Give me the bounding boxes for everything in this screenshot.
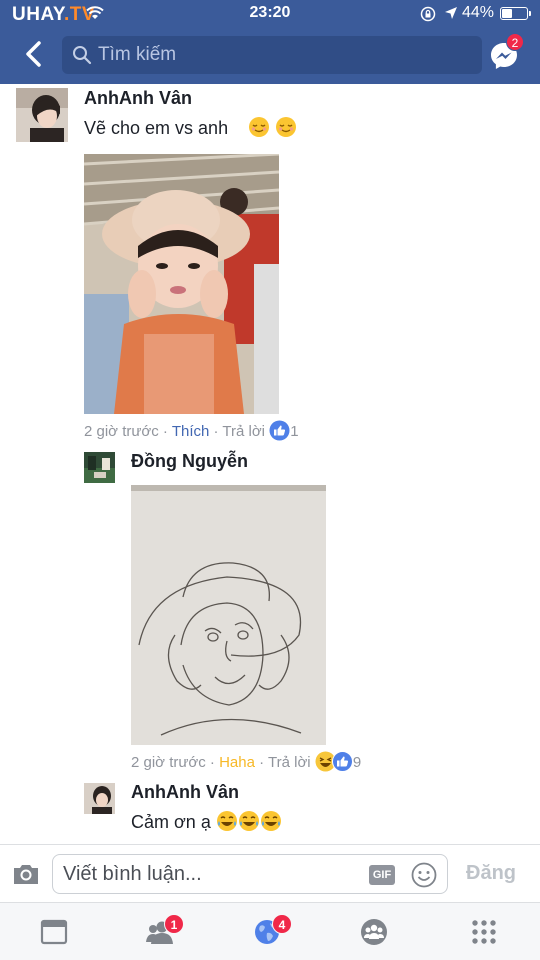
search-icon [73,46,92,65]
like-reaction-icon [269,420,290,441]
messenger-badge: 2 [506,33,524,51]
selfie-photo [84,154,279,414]
post-button[interactable]: Đăng [466,862,516,885]
tears-of-joy-emoji-icon [216,811,281,831]
commenter-name[interactable]: AnhAnh Vân [84,88,192,109]
sticker-smile-icon[interactable] [411,862,437,888]
battery-percent: 44% [462,4,495,21]
friend-requests-badge: 1 [164,914,184,934]
comment-photo[interactable] [131,485,326,745]
groups-icon[interactable] [359,917,389,947]
comment-input[interactable] [63,855,363,893]
relieved-emoji-icon [249,117,270,137]
back-arrow-icon[interactable] [18,38,50,70]
sketch-photo [131,485,326,745]
avatar-photo [84,783,115,814]
gif-button[interactable]: GIF [369,865,395,885]
camera-icon[interactable] [12,862,40,886]
notifications-badge: 4 [272,914,292,934]
search-input[interactable] [98,36,468,74]
comment-composer: GIF Đăng [0,844,540,902]
like-link[interactable]: Thích [172,423,210,440]
location-icon [445,7,457,19]
commenter-name[interactable]: Đồng Nguyễn [131,451,248,472]
comment-text: Vẽ cho em vs anh [84,116,297,139]
avatar-photo [16,88,68,142]
avatar-photo [84,452,115,483]
comment-photo[interactable] [84,154,279,414]
comment-text: Cảm ơn ạ [131,810,282,833]
reaction-count[interactable]: 9 [353,754,361,771]
status-bar: UHAY.TV 23:20 44% [0,0,540,28]
comment-meta: 2 giờ trước · Haha · Trả lời 9 [131,751,361,772]
commenter-name[interactable]: AnhAnh Vân [131,782,239,803]
haha-link[interactable]: Haha [219,754,255,771]
comment-meta: 2 giờ trước · Thích · Trả lời 1 [84,420,299,441]
reaction-count[interactable]: 1 [290,423,298,440]
clock: 23:20 [249,4,291,21]
reply-link[interactable]: Trả lời [268,754,311,771]
battery-icon [500,7,531,20]
news-feed-icon[interactable] [39,917,69,947]
avatar[interactable] [84,783,115,814]
menu-grid-icon[interactable] [469,917,499,947]
rotation-lock-icon [420,6,436,22]
avatar[interactable] [16,88,68,142]
avatar[interactable] [84,452,115,483]
like-reaction-icon [331,751,353,772]
comment-field[interactable]: GIF [52,854,448,894]
top-header: UHAY.TV 23:20 44% 2 [0,0,540,84]
bottom-tab-bar: 1 4 [0,902,540,960]
relieved-emoji-icon [276,117,297,137]
reply-link[interactable]: Trả lời [222,423,265,440]
search-bar[interactable] [62,36,482,74]
